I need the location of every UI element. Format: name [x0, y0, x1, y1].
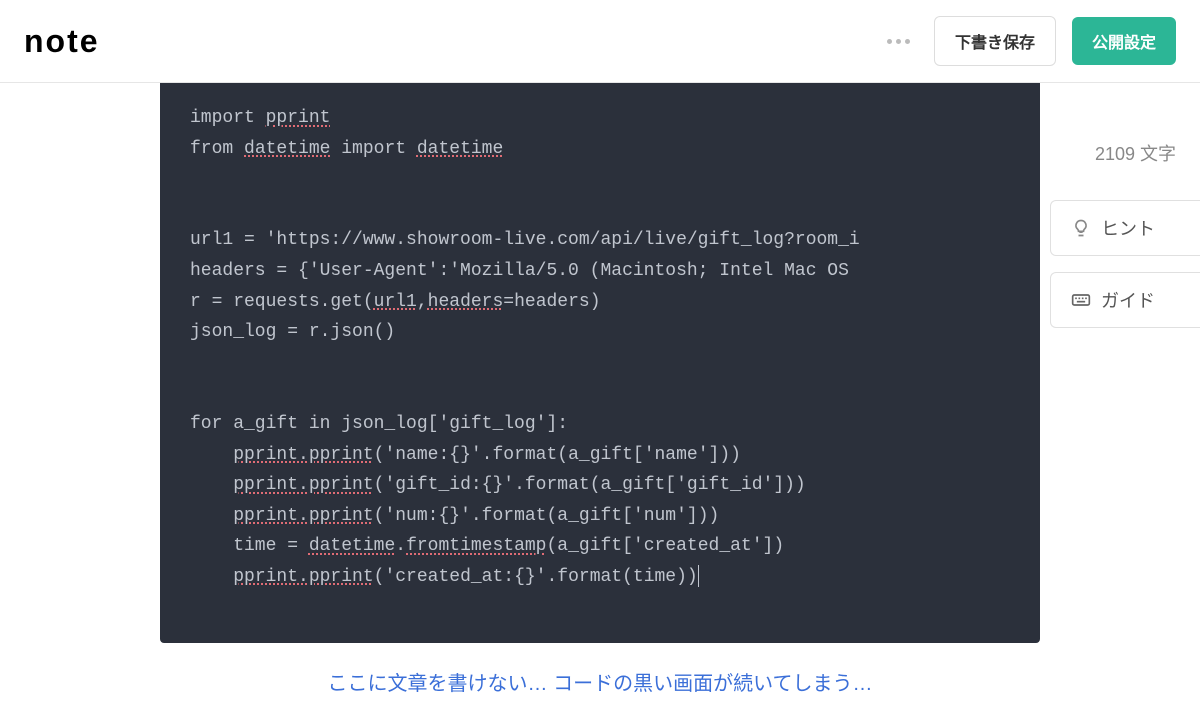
code-line: import pprint from datetime import datet…	[190, 108, 860, 587]
editor-content: import pprint from datetime import datet…	[0, 83, 1200, 720]
dot-icon	[887, 39, 892, 44]
publish-settings-button[interactable]: 公開設定	[1072, 17, 1176, 65]
dot-icon	[905, 39, 910, 44]
save-draft-button[interactable]: 下書き保存	[934, 16, 1056, 66]
code-block[interactable]: import pprint from datetime import datet…	[160, 83, 1040, 643]
header-actions: 下書き保存 公開設定	[879, 16, 1176, 66]
caption-text[interactable]: ここに文章を書けない… コードの黒い画面が続いてしまう…	[160, 643, 1040, 720]
logo[interactable]: note	[24, 23, 100, 60]
dot-icon	[896, 39, 901, 44]
more-menu-button[interactable]	[879, 31, 918, 52]
header: note 下書き保存 公開設定	[0, 0, 1200, 83]
